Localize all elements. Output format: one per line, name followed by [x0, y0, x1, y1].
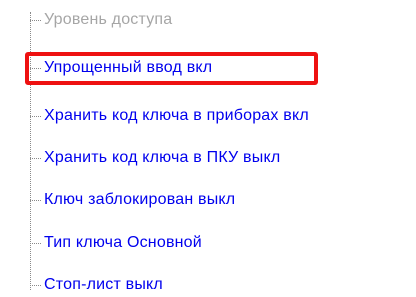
tree-item-label[interactable]: Хранить код ключа в ПКУ выкл [44, 147, 280, 169]
tree-item-label[interactable]: Тип ключа Основной [44, 232, 202, 254]
tree-item-label[interactable]: Хранить код ключа в приборах вкл [44, 105, 309, 127]
tree-item-label[interactable]: Стоп-лист выкл [44, 274, 163, 296]
tree-branch-line [30, 19, 41, 21]
tree-item-label[interactable]: Упрощенный ввод вкл [44, 57, 212, 79]
tree-item-store-key-in-devices[interactable]: Хранить код ключа в приборах вкл [30, 105, 309, 127]
tree-item-label[interactable]: Ключ заблокирован выкл [44, 189, 235, 211]
tree-branch-line [30, 157, 41, 159]
tree-item-label: Уровень доступа [44, 11, 173, 28]
tree-item-key-type[interactable]: Тип ключа Основной [30, 232, 202, 254]
tree-item-key-blocked[interactable]: Ключ заблокирован выкл [30, 189, 235, 211]
tree-item-simplified-input[interactable]: Упрощенный ввод вкл [30, 57, 212, 79]
tree-branch-line [30, 242, 41, 244]
tree-branch-line [30, 284, 41, 286]
tree-branch-line [30, 199, 41, 201]
tree-item-stop-list[interactable]: Стоп-лист выкл [30, 274, 163, 296]
tree-branch-line [30, 67, 41, 69]
tree-item-store-key-in-pku[interactable]: Хранить код ключа в ПКУ выкл [30, 147, 280, 169]
tree-branch-line [30, 115, 41, 117]
tree-item-access-level: Уровень доступа [30, 9, 172, 31]
settings-tree: Уровень доступа Упрощенный ввод вкл Хран… [0, 0, 416, 297]
